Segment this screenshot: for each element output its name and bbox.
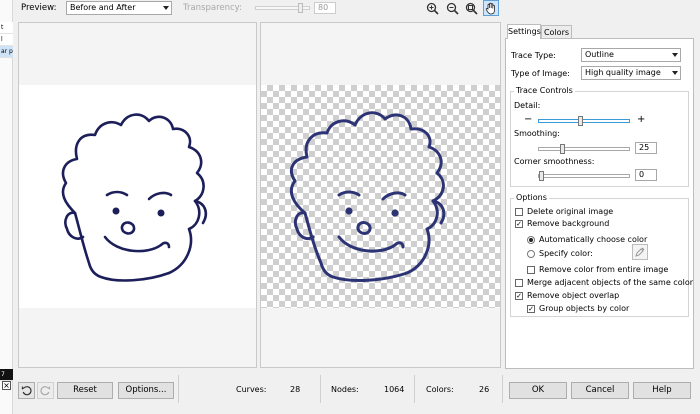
image-type-value: High quality image [585, 68, 661, 77]
tab-colors[interactable]: Colors [541, 25, 572, 39]
status-divider [320, 375, 321, 403]
zoom-in-button[interactable] [424, 0, 440, 16]
tab-settings[interactable]: Settings [507, 24, 541, 39]
remove-overlap-label: Remove object overlap [527, 291, 620, 300]
zoom-fit-icon [465, 2, 478, 15]
transparency-input[interactable]: 80 [314, 2, 336, 14]
face-drawing-original [61, 113, 208, 282]
auto-color-option[interactable]: Automatically choose color [527, 234, 647, 245]
zoom-fit-button[interactable] [463, 0, 479, 16]
reset-button[interactable]: Reset [57, 382, 113, 399]
curves-value: 28 [290, 385, 301, 394]
transparency-label: Transparency: [183, 3, 242, 13]
remove-overlap-checkbox[interactable]: ✓ [515, 291, 523, 300]
corner-smoothness-slider[interactable] [538, 171, 630, 181]
eyedropper-icon [635, 247, 645, 257]
group-by-color-label: Group objects by color [539, 304, 630, 313]
trace-type-label: Trace Type: [511, 51, 556, 60]
options-label: Options [514, 192, 549, 203]
close-icon[interactable]: × [2, 381, 11, 390]
delete-original-checkbox[interactable] [515, 207, 523, 216]
corner-smoothness-label: Corner smoothness: [514, 157, 595, 166]
colors-value: 26 [479, 385, 490, 394]
background-panel-strip: t l ar p 7 × [0, 0, 13, 414]
status-divider [502, 375, 503, 403]
background-list-item: l [0, 34, 13, 46]
remove-entire-checkbox[interactable] [527, 265, 535, 274]
preview-mode-value: Before and After [70, 3, 136, 12]
background-list-item: ar p [0, 46, 13, 58]
chevron-down-icon [672, 53, 678, 57]
delete-original-option[interactable]: Delete original image [515, 206, 613, 217]
undo-icon [21, 386, 32, 396]
chevron-down-icon [672, 71, 678, 75]
background-list-item: 7 [0, 369, 13, 381]
preview-label: Preview: [21, 3, 57, 13]
merge-adjacent-label: Merge adjacent objects of the same color [527, 278, 694, 287]
merge-adjacent-checkbox[interactable] [515, 278, 523, 287]
chevron-down-icon [163, 6, 169, 10]
group-by-color-checkbox[interactable]: ✓ [527, 304, 535, 313]
status-divider [414, 375, 415, 403]
ok-button[interactable]: OK [509, 382, 567, 399]
specify-color-option[interactable]: Specify color: [527, 248, 593, 259]
remove-entire-label: Remove color from entire image [539, 265, 669, 274]
face-drawing-traced [289, 111, 446, 282]
detail-decrease-button[interactable]: − [524, 114, 532, 125]
after-preview-pane[interactable] [260, 22, 501, 368]
transparent-background [261, 85, 500, 308]
status-divider [178, 375, 179, 403]
help-button[interactable]: Help [633, 382, 691, 399]
smoothing-input[interactable]: 25 [635, 142, 657, 154]
corner-smoothness-slider-thumb[interactable] [539, 171, 544, 181]
detail-slider[interactable] [538, 116, 630, 126]
trace-type-select[interactable]: Outline [581, 48, 681, 62]
hand-icon [485, 2, 495, 14]
before-preview-pane[interactable] [18, 22, 257, 368]
trace-type-value: Outline [585, 50, 614, 59]
auto-color-radio[interactable] [527, 235, 535, 244]
nodes-label: Nodes: [331, 385, 359, 394]
trace-controls-label: Trace Controls [514, 85, 575, 96]
group-by-color-option[interactable]: ✓ Group objects by color [527, 303, 629, 314]
remove-background-label: Remove background [527, 219, 610, 228]
remove-background-option[interactable]: ✓ Remove background [515, 218, 609, 229]
background-list-item: t [0, 22, 13, 34]
original-image [19, 85, 256, 308]
cancel-button[interactable]: Cancel [571, 382, 629, 399]
merge-adjacent-option[interactable]: Merge adjacent objects of the same color [515, 277, 693, 288]
image-type-label: Type of Image: [511, 69, 570, 78]
transparency-slider-thumb[interactable] [298, 3, 303, 13]
smoothing-slider-thumb[interactable] [560, 144, 565, 154]
detail-increase-button[interactable]: + [637, 114, 645, 125]
redo-icon [40, 386, 51, 396]
smoothing-slider[interactable] [538, 144, 630, 154]
remove-background-checkbox[interactable]: ✓ [515, 219, 523, 228]
zoom-out-icon [446, 2, 459, 15]
colors-label: Colors: [426, 385, 454, 394]
pan-button[interactable] [483, 0, 499, 16]
zoom-out-button[interactable] [444, 0, 460, 16]
image-type-select[interactable]: High quality image [581, 66, 681, 80]
transparency-slider[interactable] [255, 3, 310, 13]
zoom-in-icon [426, 2, 439, 15]
remove-overlap-option[interactable]: ✓ Remove object overlap [515, 290, 619, 301]
undo-button[interactable] [18, 382, 35, 399]
smoothing-label: Smoothing: [514, 129, 560, 138]
detail-slider-thumb[interactable] [578, 116, 583, 126]
redo-button[interactable] [37, 382, 54, 399]
specify-color-radio[interactable] [527, 249, 535, 258]
preview-mode-select[interactable]: Before and After [66, 1, 172, 15]
remove-entire-option[interactable]: Remove color from entire image [527, 264, 668, 275]
detail-label: Detail: [514, 101, 541, 110]
eyedropper-button[interactable] [632, 244, 648, 260]
nodes-value: 1064 [384, 385, 405, 394]
specify-color-label: Specify color: [539, 249, 593, 258]
corner-smoothness-input[interactable]: 0 [635, 169, 657, 181]
auto-color-label: Automatically choose color [539, 235, 648, 244]
curves-label: Curves: [236, 385, 267, 394]
delete-original-label: Delete original image [527, 207, 614, 216]
options-button[interactable]: Options... [118, 382, 174, 399]
